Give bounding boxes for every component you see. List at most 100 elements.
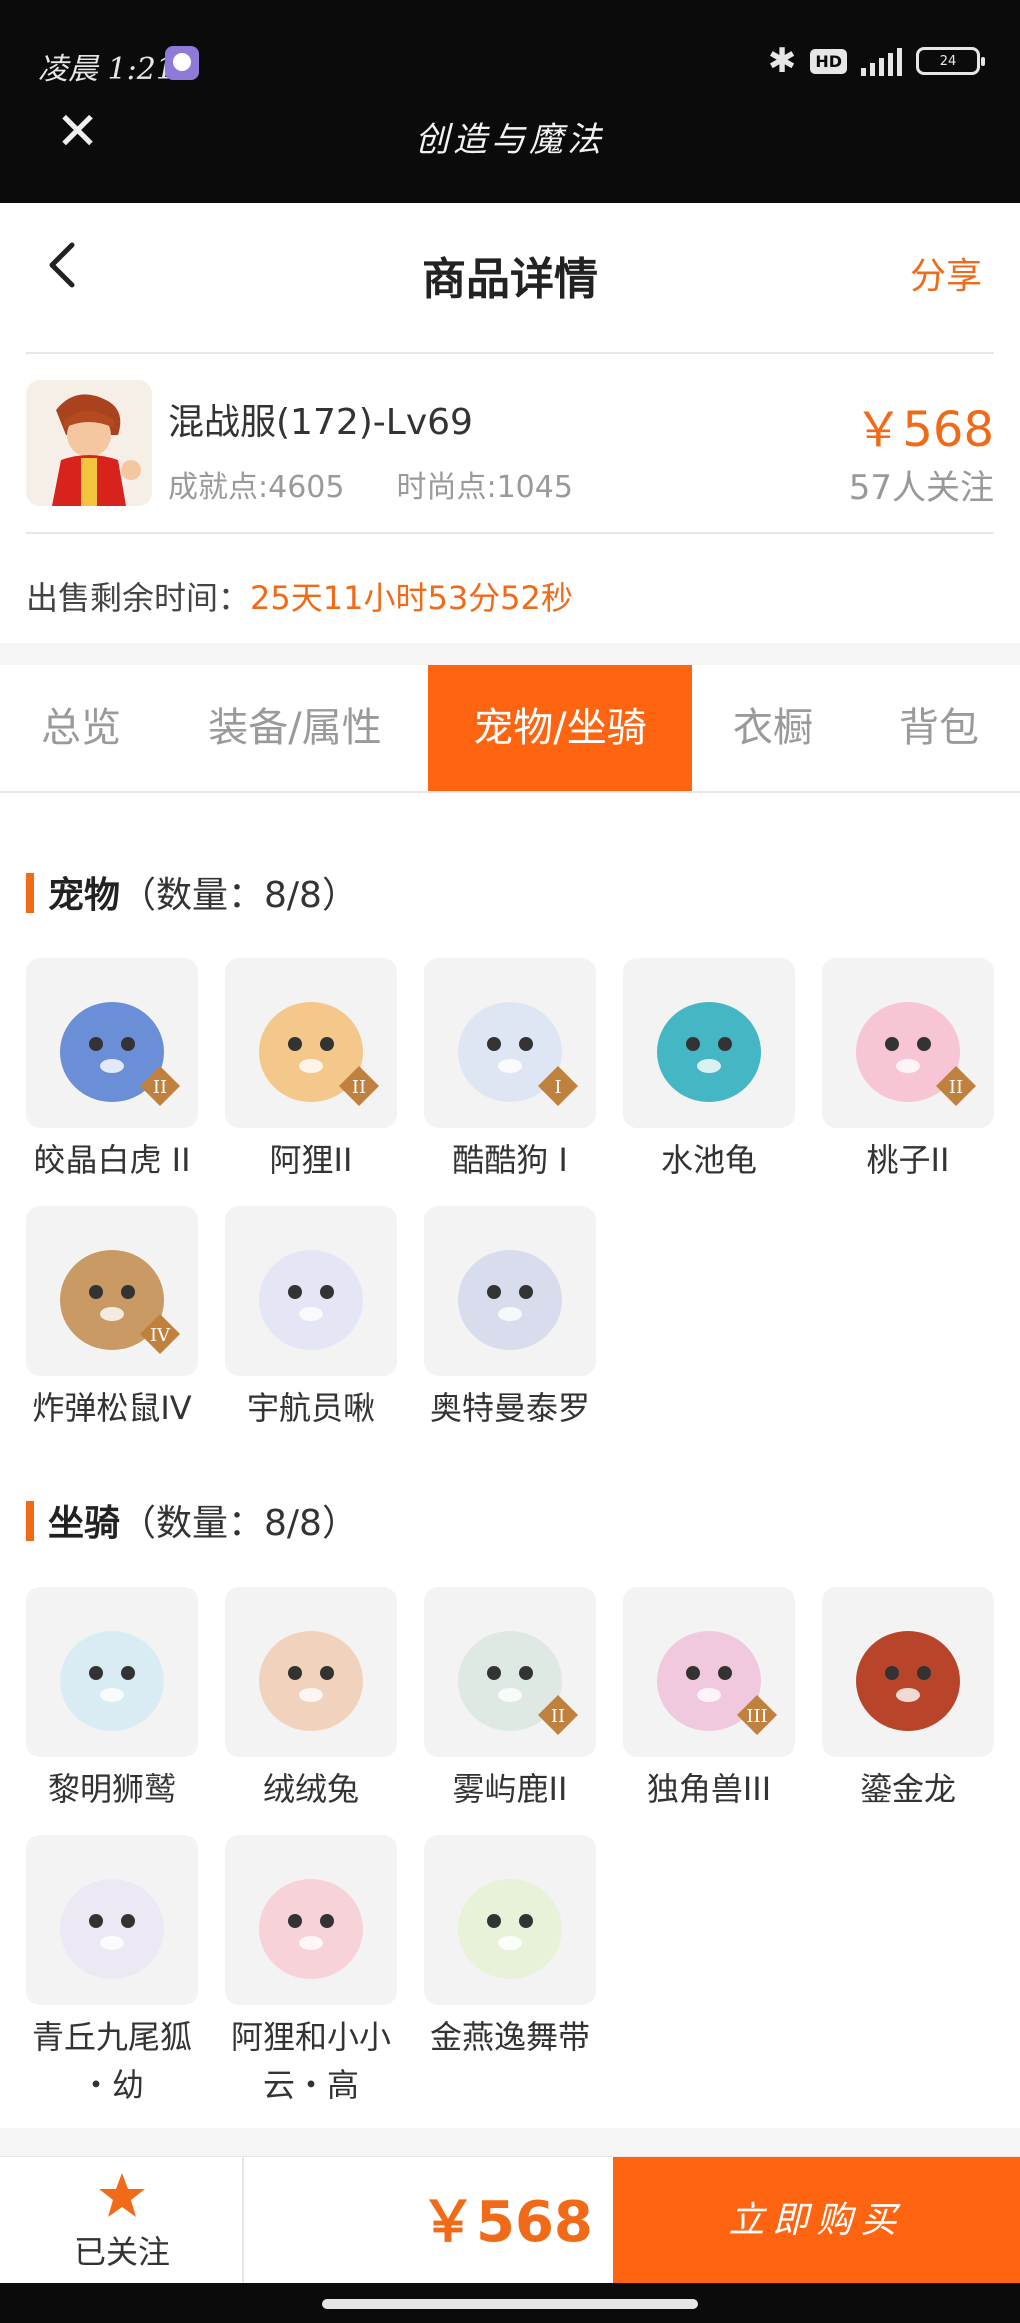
product-stats: 成就点:4605 时尚点:1045 bbox=[168, 462, 625, 506]
pets-count: （数量：8/8） bbox=[120, 875, 358, 916]
section-marker bbox=[26, 1501, 34, 1541]
item-name: 桃子II bbox=[822, 1136, 994, 1184]
grid-item[interactable]: 青丘九尾狐 ・幼 bbox=[26, 1835, 198, 2109]
pets-title: 宠物 bbox=[48, 875, 121, 916]
tab-backpack[interactable]: 背包 bbox=[884, 665, 994, 791]
item-name: 金燕逸舞带 bbox=[424, 2013, 596, 2061]
item-name: 奥特曼泰罗 bbox=[424, 1384, 596, 1432]
mounts-section-header: 坐骑（数量：8/8） bbox=[26, 1494, 358, 1546]
item-thumbnail bbox=[225, 1835, 397, 2005]
follow-button[interactable]: 已关注 bbox=[0, 2157, 244, 2284]
item-name-line: 阿狸和小小 bbox=[230, 2018, 391, 2056]
tab-wardrobe[interactable]: 衣橱 bbox=[718, 665, 828, 791]
grid-item[interactable]: IV 炸弹松鼠IV bbox=[26, 1206, 198, 1432]
item-name-line: 青丘九尾狐 bbox=[31, 2018, 192, 2056]
item-thumbnail: III bbox=[623, 1587, 795, 1757]
item-name-line: ・幼 bbox=[79, 2066, 144, 2104]
character-avatar bbox=[26, 380, 152, 506]
item-name-line: 绒绒兔 bbox=[262, 1770, 359, 1808]
bottom-price: ￥568 bbox=[420, 2190, 593, 2255]
item-name-line: 雾屿鹿II bbox=[452, 1770, 568, 1808]
item-name-line: 云・高 bbox=[262, 2066, 359, 2104]
home-indicator[interactable] bbox=[322, 2299, 698, 2309]
hd-icon: HD bbox=[810, 48, 847, 74]
item-thumbnail bbox=[26, 1835, 198, 2005]
grid-item[interactable]: 黎明狮鹫 bbox=[26, 1587, 198, 1813]
remaining-time: 出售剩余时间：25天11小时53分52秒 bbox=[26, 573, 573, 619]
tier-badge-text: IV bbox=[150, 1325, 171, 1346]
achievement-points: 成就点:4605 bbox=[168, 470, 345, 505]
section-gap bbox=[0, 643, 1020, 665]
share-button[interactable]: 分享 bbox=[910, 247, 982, 299]
mounts-count: （数量：8/8） bbox=[120, 1503, 358, 1544]
tab-overview[interactable]: 总览 bbox=[26, 665, 136, 791]
item-name: 宇航员啾 bbox=[225, 1384, 397, 1432]
grid-item[interactable]: II 雾屿鹿II bbox=[424, 1587, 596, 1813]
grid-item[interactable]: I 酷酷狗 I bbox=[424, 958, 596, 1184]
buy-now-button[interactable]: 立即购买 bbox=[613, 2157, 1020, 2284]
item-thumbnail bbox=[26, 1587, 198, 1757]
grid-item[interactable]: 金燕逸舞带 bbox=[424, 1835, 596, 2061]
grid-item[interactable]: 阿狸和小小 云・高 bbox=[225, 1835, 397, 2109]
tier-badge-text: I bbox=[554, 1077, 561, 1098]
item-name: 皎晶白虎 II bbox=[26, 1136, 198, 1184]
grid-item[interactable]: 鎏金龙 bbox=[822, 1587, 994, 1813]
item-name-line: 奥特曼泰罗 bbox=[429, 1389, 590, 1427]
tier-badge-text: II bbox=[352, 1077, 366, 1098]
status-icons: ✱ HD 24 bbox=[767, 41, 985, 81]
grid-item[interactable]: 奥特曼泰罗 bbox=[424, 1206, 596, 1432]
item-name-line: 酷酷狗 I bbox=[452, 1141, 568, 1179]
product-price: ￥568 bbox=[854, 402, 994, 458]
item-thumbnail bbox=[623, 958, 795, 1128]
item-name-line: 独角兽III bbox=[646, 1770, 772, 1808]
signal-icon bbox=[861, 46, 902, 76]
grid-item[interactable]: 宇航员啾 bbox=[225, 1206, 397, 1432]
app-header bbox=[0, 0, 1020, 203]
fashion-points: 时尚点:1045 bbox=[396, 470, 573, 505]
item-thumbnail bbox=[225, 1587, 397, 1757]
remaining-time-label: 出售剩余时间： bbox=[26, 579, 251, 617]
tab-pets-mounts[interactable]: 宠物/坐骑 bbox=[428, 665, 692, 791]
item-name-line: 宇航员啾 bbox=[246, 1389, 375, 1427]
tab-bar: 总览 装备/属性 宠物/坐骑 衣橱 背包 bbox=[0, 665, 1020, 793]
follow-label: 已关注 bbox=[73, 2233, 170, 2271]
item-name-line: 皎晶白虎 II bbox=[33, 1141, 191, 1179]
grid-item[interactable]: III 独角兽III bbox=[623, 1587, 795, 1813]
item-thumbnail bbox=[822, 1587, 994, 1757]
item-name-line: 阿狸II bbox=[269, 1141, 353, 1179]
grid-item[interactable]: II 桃子II bbox=[822, 958, 994, 1184]
item-name-line: 黎明狮鹫 bbox=[47, 1770, 176, 1808]
item-name: 阿狸II bbox=[225, 1136, 397, 1184]
item-thumbnail: IV bbox=[26, 1206, 198, 1376]
item-name: 酷酷狗 I bbox=[424, 1136, 596, 1184]
item-name: 黎明狮鹫 bbox=[26, 1765, 198, 1813]
item-thumbnail bbox=[225, 1206, 397, 1376]
app-notification-icon bbox=[165, 46, 199, 80]
item-thumbnail: II bbox=[225, 958, 397, 1128]
page-title: 商品详情 bbox=[422, 254, 598, 305]
section-gap bbox=[0, 2128, 1020, 2156]
item-name: 水池龟 bbox=[623, 1136, 795, 1184]
item-thumbnail bbox=[424, 1835, 596, 2005]
bottom-action-bar: 已关注 ￥568 立即购买 bbox=[0, 2156, 1020, 2284]
item-name-line: 鎏金龙 bbox=[859, 1770, 956, 1808]
remaining-time-value: 25天11小时53分52秒 bbox=[250, 579, 573, 617]
item-name: 炸弹松鼠IV bbox=[26, 1384, 198, 1432]
divider bbox=[26, 532, 994, 534]
star-icon bbox=[99, 2173, 145, 2217]
item-name-line: 炸弹松鼠IV bbox=[32, 1389, 192, 1427]
divider bbox=[26, 352, 994, 354]
pets-section-header: 宠物（数量：8/8） bbox=[26, 866, 358, 918]
bluetooth-icon: ✱ bbox=[767, 41, 797, 81]
grid-item[interactable]: II 皎晶白虎 II bbox=[26, 958, 198, 1184]
item-name-line: 金燕逸舞带 bbox=[429, 2018, 590, 2056]
grid-item[interactable]: 水池龟 bbox=[623, 958, 795, 1184]
tab-equipment[interactable]: 装备/属性 bbox=[190, 665, 400, 791]
app-title: 创造与魔法 bbox=[415, 120, 605, 160]
grid-item[interactable]: 绒绒兔 bbox=[225, 1587, 397, 1813]
mounts-title: 坐骑 bbox=[48, 1503, 121, 1544]
item-name: 鎏金龙 bbox=[822, 1765, 994, 1813]
item-name: 独角兽III bbox=[623, 1765, 795, 1813]
grid-item[interactable]: II 阿狸II bbox=[225, 958, 397, 1184]
item-name-line: 水池龟 bbox=[660, 1141, 757, 1179]
